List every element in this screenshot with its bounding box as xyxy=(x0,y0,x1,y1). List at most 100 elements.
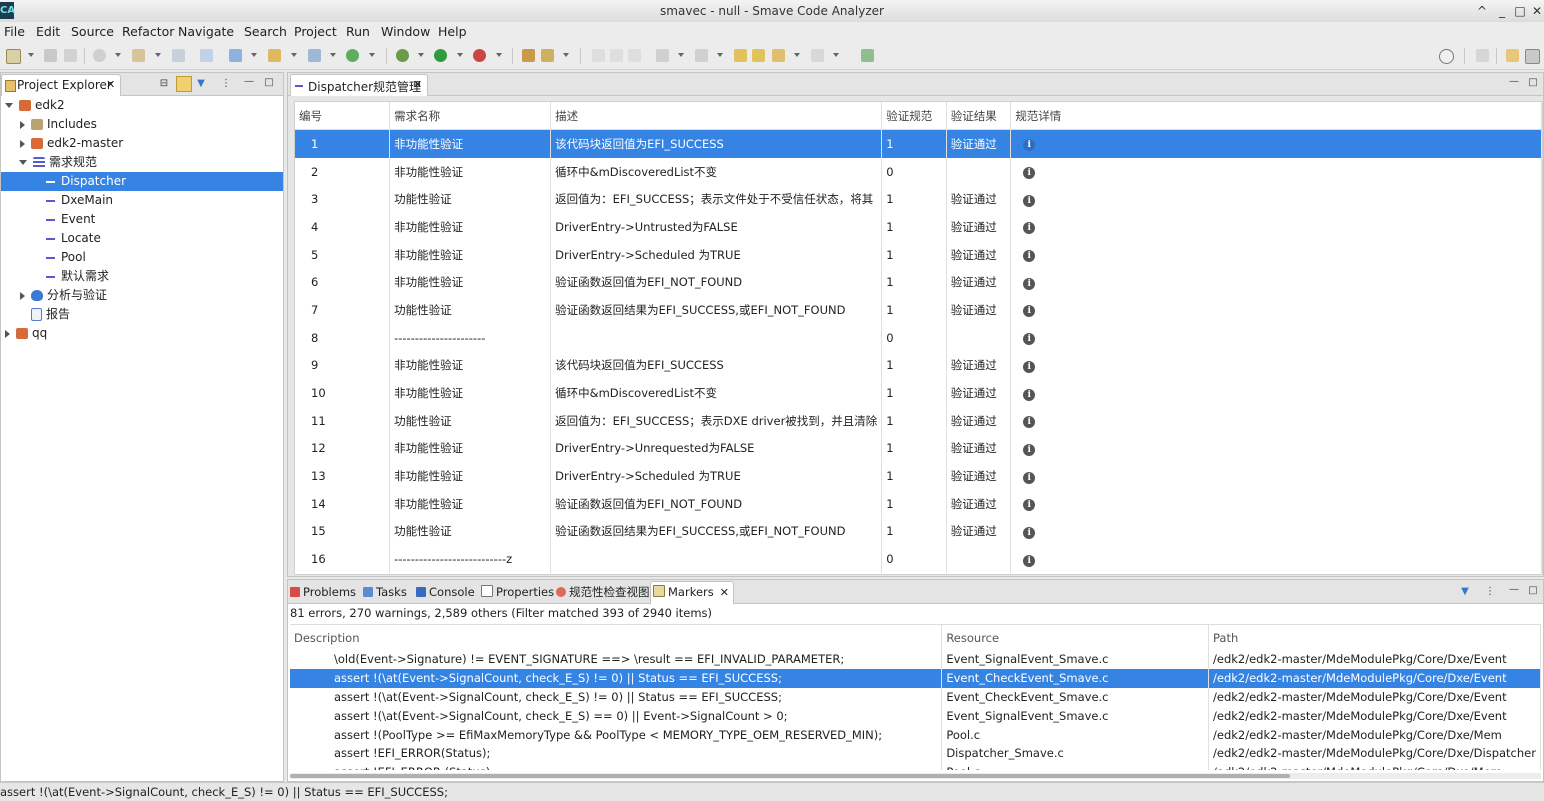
open-folder-icon[interactable] xyxy=(268,49,281,62)
close-icon[interactable]: ✕ xyxy=(413,78,422,91)
marker-row[interactable]: assert !EFI_ERROR(Status); Dispatcher_Sma… xyxy=(290,743,1541,763)
new-icon[interactable] xyxy=(6,49,21,64)
open-type-icon[interactable] xyxy=(229,49,242,62)
table-row[interactable]: 4 非功能性验证 DriverEntry->Untrusted为FALSE 1 验证通过… xyxy=(295,213,1542,241)
pin-icon[interactable] xyxy=(752,49,765,62)
table-row[interactable]: 12 非功能性验证 DriverEntry->Unrequested为FALSE 1 验… xyxy=(295,434,1542,463)
tree-item-analysis[interactable]: 分析与验证 xyxy=(1,286,302,305)
menu-window[interactable]: Window xyxy=(381,24,430,39)
prev-annotation-dropdown-icon[interactable] xyxy=(717,53,723,57)
window-minimize-button[interactable]: _ xyxy=(1494,3,1510,19)
info-icon[interactable]: i xyxy=(1023,360,1036,373)
tree-item-dxemain[interactable]: DxeMain xyxy=(1,191,283,210)
pen-icon[interactable] xyxy=(541,49,554,62)
external-tools-icon[interactable] xyxy=(473,49,486,62)
table-row[interactable]: 14 非功能性验证 验证函数返回值为EFI_NOT_FOUND 1 验证通过 i xyxy=(295,489,1542,518)
run-dropdown-icon[interactable] xyxy=(457,53,463,57)
new-dropdown-icon[interactable] xyxy=(28,53,34,57)
horizontal-scrollbar[interactable] xyxy=(290,773,1541,779)
minimize-icon[interactable]: — xyxy=(1509,77,1519,87)
table-row[interactable]: 10 非功能性验证 循环中&mDiscoveredList不变 1 验证通过 i xyxy=(295,379,1542,407)
next-annotation-dropdown-icon[interactable] xyxy=(678,53,684,57)
menu-run[interactable]: Run xyxy=(346,24,370,39)
expand-icon[interactable] xyxy=(20,139,25,148)
refresh-icon[interactable] xyxy=(346,49,359,62)
view-menu-icon[interactable]: ⋮ xyxy=(221,79,231,89)
tab-console[interactable]: Console xyxy=(416,585,475,600)
table-row[interactable]: 11 功能性验证 返回值为：EFI_SUCCESS；表示DXE driver被找到，… xyxy=(295,406,1542,435)
print-icon[interactable] xyxy=(172,49,185,62)
expand-icon[interactable] xyxy=(19,160,27,165)
collapse-all-icon[interactable]: ⊟ xyxy=(159,79,169,89)
tab-markers[interactable]: Markers ✕ xyxy=(653,585,729,600)
search-file-icon[interactable] xyxy=(200,49,213,62)
table-row[interactable]: 3 功能性验证 返回值为：EFI_SUCCESS；表示文件处于不受信任状态，将其 1 验… xyxy=(295,185,1542,214)
build-dropdown-icon[interactable] xyxy=(155,53,161,57)
col-header-details[interactable]: 规范详情 xyxy=(1010,102,1542,130)
annotation-icon[interactable] xyxy=(592,49,605,62)
menu-navigate[interactable]: Navigate xyxy=(178,24,234,39)
table-row[interactable]: 9 非功能性验证 该代码块返回值为EFI_SUCCESS 1 验证通过 i xyxy=(295,351,1542,380)
refresh-dropdown-icon[interactable] xyxy=(369,53,375,57)
info-icon[interactable]: i xyxy=(1023,139,1036,152)
export-icon[interactable] xyxy=(861,49,874,62)
info-icon[interactable]: i xyxy=(1023,388,1036,401)
prev-annotation-icon[interactable] xyxy=(695,49,708,62)
menu-file[interactable]: File xyxy=(4,24,25,39)
run-icon[interactable] xyxy=(434,49,447,62)
last-edit-icon[interactable] xyxy=(734,49,747,62)
menu-project[interactable]: Project xyxy=(294,24,337,39)
build-icon[interactable] xyxy=(132,49,145,62)
table-row[interactable]: 5 非功能性验证 DriverEntry->Scheduled 为TRUE 1 验证通过… xyxy=(295,240,1542,269)
next-annotation-icon[interactable] xyxy=(656,49,669,62)
tree-item-locate[interactable]: Locate xyxy=(1,229,283,248)
col-header-resource[interactable]: Resource xyxy=(941,625,1209,650)
maximize-icon[interactable]: □ xyxy=(1528,78,1538,88)
col-header-name[interactable]: 需求名称 xyxy=(389,102,552,130)
info-icon[interactable]: i xyxy=(1023,194,1036,207)
col-header-id[interactable]: 编号 xyxy=(295,102,391,130)
menu-refactor[interactable]: Refactor xyxy=(122,24,174,39)
new-class-icon[interactable] xyxy=(308,49,321,62)
tree-item-default-requirement[interactable]: 默认需求 xyxy=(1,267,283,286)
forward-icon[interactable] xyxy=(811,49,824,62)
tree-item-includes[interactable]: Includes xyxy=(1,115,302,134)
menu-edit[interactable]: Edit xyxy=(36,24,60,39)
open-perspective-icon[interactable] xyxy=(1476,49,1489,62)
expand-icon[interactable] xyxy=(5,103,13,108)
pen-dropdown-icon[interactable] xyxy=(563,53,569,57)
tree-item-edk2-master[interactable]: edk2-master xyxy=(1,134,302,153)
info-icon[interactable]: i xyxy=(1023,526,1036,539)
tree-item-edk2[interactable]: edk2 xyxy=(1,96,287,115)
expand-icon[interactable] xyxy=(5,329,10,338)
tab-properties[interactable]: Properties xyxy=(481,585,554,600)
open-folder-dropdown-icon[interactable] xyxy=(291,53,297,57)
external-tools-dropdown-icon[interactable] xyxy=(496,53,502,57)
table-row[interactable]: 7 功能性验证 验证函数返回结果为EFI_SUCCESS,或EFI_NOT_FOUN… xyxy=(295,296,1542,324)
col-header-spec[interactable]: 验证规范 xyxy=(881,102,947,130)
tree-item-report[interactable]: 报告 xyxy=(1,305,283,324)
save-all-icon[interactable] xyxy=(64,49,77,62)
tab-dispatcher-spec[interactable]: Dispatcher规范管理 ✕ xyxy=(290,74,428,96)
open-project-icon[interactable] xyxy=(522,49,535,62)
scrollbar-thumb[interactable] xyxy=(290,774,1290,778)
col-header-desc[interactable]: 描述 xyxy=(550,102,883,130)
marker-row[interactable]: assert !(PoolType >= EfiMaxMemoryType &&… xyxy=(290,725,1541,744)
table-row[interactable]: 8 ---------------------- 0 i xyxy=(295,323,1542,352)
window-maximize-button[interactable]: □ xyxy=(1512,3,1528,19)
open-type-dropdown-icon[interactable] xyxy=(251,53,257,57)
info-icon[interactable]: i xyxy=(1023,499,1036,512)
table-row[interactable]: 16 ---------------------------z 0 i xyxy=(295,545,1542,573)
tab-spec-check-view[interactable]: 规范性检查视图 xyxy=(556,585,650,600)
info-icon[interactable]: i xyxy=(1023,222,1036,235)
perspective-resource-icon[interactable] xyxy=(1506,49,1519,62)
search-icon[interactable] xyxy=(1439,49,1454,64)
menu-help[interactable]: Help xyxy=(438,24,467,39)
window-close-button[interactable]: ✕ xyxy=(1529,3,1544,19)
col-header-result[interactable]: 验证结果 xyxy=(946,102,1012,130)
info-icon[interactable]: i xyxy=(1023,554,1036,567)
info-icon[interactable]: i xyxy=(1023,416,1036,429)
info-icon[interactable]: i xyxy=(1023,471,1036,484)
table-row[interactable]: 2 非功能性验证 循环中&mDiscoveredList不变 0 i xyxy=(295,157,1542,186)
marker-row[interactable]: assert !(\at(Event->SignalCount, check_E… xyxy=(290,706,1541,726)
